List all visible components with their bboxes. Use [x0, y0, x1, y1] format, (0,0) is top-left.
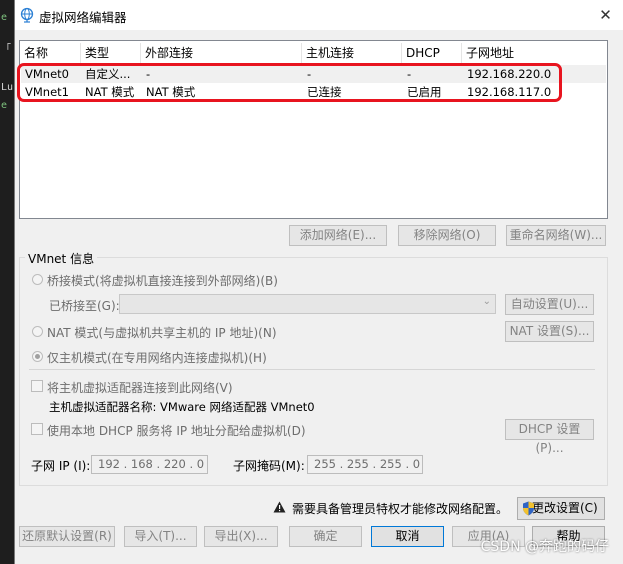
ok-button[interactable]: 确定 — [289, 526, 362, 547]
subnet-ip-field[interactable]: 192 . 168 . 220 . 0 — [91, 455, 208, 474]
adapter-name-label: 主机虚拟适配器名称: VMware 网络适配器 VMnet0 — [49, 400, 315, 414]
change-settings-label: 更改设置(C) — [532, 501, 598, 515]
terminal-line: 「 — [1, 44, 11, 55]
dhcp-settings-button[interactable]: DHCP 设置(P)... — [505, 419, 594, 455]
connect-adapter-checkbox[interactable] — [31, 380, 43, 392]
column-header-name[interactable]: 名称 — [20, 43, 81, 63]
add-network-button[interactable]: 添加网络(E)... — [289, 225, 387, 246]
import-button[interactable]: 导入(T)... — [124, 526, 197, 547]
terminal-line: e — [1, 100, 8, 111]
csdn-watermark: CSDN @奔跑的码仔 — [480, 539, 609, 555]
host-only-radio[interactable] — [32, 351, 43, 362]
vmnet-info-title: VMnet 信息 — [25, 250, 98, 267]
bridge-mode-radio[interactable] — [32, 274, 43, 285]
remove-network-button[interactable]: 移除网络(O) — [398, 225, 496, 246]
uac-shield-icon — [523, 501, 534, 516]
terminal-line: e — [1, 12, 8, 23]
restore-defaults-button[interactable]: 还原默认设置(R) — [19, 526, 115, 547]
divider — [29, 369, 595, 370]
network-globe-icon — [20, 7, 34, 23]
background-terminal-strip: e 「 Lu e — [0, 0, 14, 564]
host-only-label: 仅主机模式(在专用网络内连接虚拟机)(H) — [47, 351, 267, 365]
cancel-button[interactable]: 取消 — [371, 526, 444, 547]
change-settings-button[interactable]: 更改设置(C) — [517, 497, 605, 520]
vmnet-info-group — [19, 257, 608, 486]
subnet-ip-label: 子网 IP (I): — [31, 459, 91, 473]
virtual-network-editor-window: 虚拟网络编辑器 ✕ 名称 类型 外部连接 主机连接 DHCP 子网地址 VMne… — [14, 0, 623, 564]
connect-adapter-label: 将主机虚拟适配器连接到此网络(V) — [47, 381, 233, 395]
auto-settings-button[interactable]: 自动设置(U)... — [505, 294, 594, 315]
admin-notice-text: 需要具备管理员特权才能修改网络配置。 — [292, 502, 509, 516]
column-header-host[interactable]: 主机连接 — [302, 43, 402, 63]
window-title: 虚拟网络编辑器 — [39, 10, 127, 25]
nat-mode-label: NAT 模式(与虚拟机共享主机的 IP 地址)(N) — [47, 326, 277, 340]
column-header-external[interactable]: 外部连接 — [141, 43, 302, 63]
warning-icon — [273, 501, 286, 513]
nat-mode-radio[interactable] — [32, 326, 43, 337]
bridged-to-select[interactable]: ⌄ — [119, 294, 496, 314]
dhcp-checkbox[interactable] — [31, 423, 43, 435]
column-header-dhcp[interactable]: DHCP — [402, 43, 462, 63]
close-icon: ✕ — [599, 6, 612, 24]
close-button[interactable]: ✕ — [587, 0, 623, 30]
column-header-subnet[interactable]: 子网地址 — [462, 43, 606, 63]
highlight-annotation-box — [17, 63, 562, 102]
bridge-mode-label: 桥接模式(将虚拟机直接连接到外部网络)(B) — [47, 274, 278, 288]
column-header-type[interactable]: 类型 — [81, 43, 141, 63]
subnet-mask-field[interactable]: 255 . 255 . 255 . 0 — [307, 455, 423, 474]
title-bar: 虚拟网络编辑器 ✕ — [15, 0, 623, 30]
subnet-mask-label: 子网掩码(M): — [233, 459, 305, 473]
export-button[interactable]: 导出(X)... — [204, 526, 278, 547]
rename-network-button[interactable]: 重命名网络(W)... — [506, 225, 606, 246]
dhcp-label: 使用本地 DHCP 服务将 IP 地址分配给虚拟机(D) — [47, 424, 306, 438]
chevron-down-icon: ⌄ — [482, 296, 491, 307]
nat-settings-button[interactable]: NAT 设置(S)... — [505, 321, 594, 342]
bridged-to-label: 已桥接至(G): — [49, 299, 120, 313]
terminal-line: Lu — [1, 82, 14, 93]
